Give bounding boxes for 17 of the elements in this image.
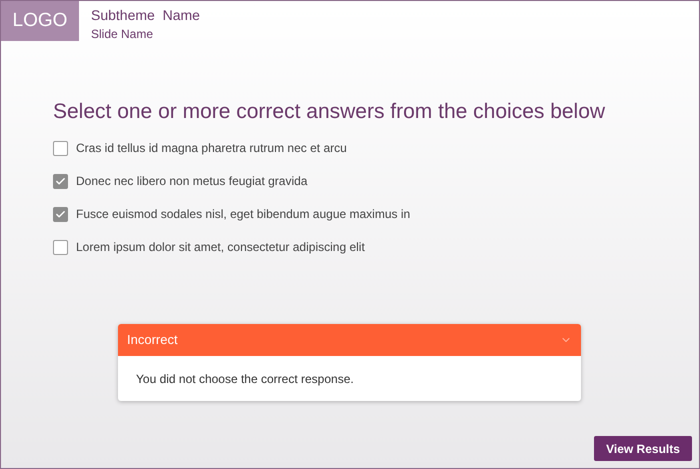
check-icon: [55, 176, 66, 186]
choice-label[interactable]: Donec nec libero non metus feugiat gravida: [76, 172, 308, 190]
choice-label[interactable]: Cras id tellus id magna pharetra rutrum nec et arcu: [76, 139, 347, 157]
checkbox[interactable]: [53, 240, 68, 254]
choice-label[interactable]: Fusce euismod sodales nisl, eget bibendum augue maximus in: [76, 205, 410, 223]
feedback-title: Incorrect: [127, 331, 178, 350]
checkbox[interactable]: [53, 206, 68, 222]
logo: LOGO: [1, 1, 79, 41]
slide-name: Slide Name: [91, 26, 154, 43]
check-icon: [55, 208, 66, 220]
checkbox[interactable]: [53, 174, 68, 188]
choice-label[interactable]: Lorem ipsum dolor sit amet, consectetur adipiscing elit: [76, 238, 365, 256]
feedback-message: You did not choose the correct response.: [136, 370, 354, 388]
view-results-button[interactable]: View Results: [594, 436, 692, 461]
subtheme-name: Subtheme Name: [91, 6, 200, 24]
question-text: Select one or more correct answers from the choices below: [53, 99, 606, 125]
checkbox[interactable]: [53, 140, 68, 156]
